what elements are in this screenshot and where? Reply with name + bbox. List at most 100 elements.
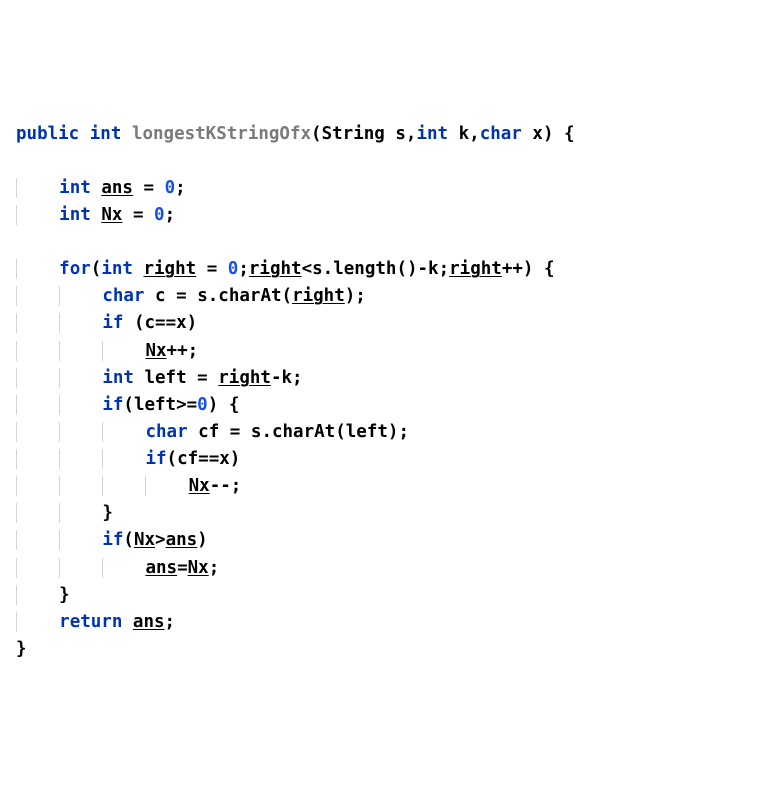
code-line: int Nx = 0; <box>16 202 754 229</box>
token-kw: char <box>480 124 522 144</box>
token-id: left <box>346 422 388 442</box>
token-pun: ()- <box>396 259 428 279</box>
token-pun: ; <box>398 422 409 442</box>
token-und: ans <box>133 612 165 632</box>
token-pun: ) <box>345 286 356 306</box>
token-pun: } <box>102 503 113 523</box>
token-pun: = <box>207 259 218 279</box>
token-pun: >= <box>176 395 197 415</box>
token-id: left <box>144 368 186 388</box>
code-line: if (c==x) <box>16 310 754 337</box>
token-id: String s <box>322 124 406 144</box>
token-kw: int <box>416 124 448 144</box>
token-kw: if <box>102 395 123 415</box>
token-num: 0 <box>197 395 208 415</box>
token-pun: ++; <box>167 341 199 361</box>
code-line: } <box>16 636 754 663</box>
token-pun: ; <box>209 558 220 578</box>
token-pun: ( <box>134 313 145 333</box>
token-id: cf <box>177 449 198 469</box>
token-pun: ; <box>165 612 176 632</box>
token-kw: if <box>145 449 166 469</box>
token-id: s <box>197 286 208 306</box>
token-pun: . <box>323 259 334 279</box>
token-kw: return <box>59 612 122 632</box>
token-pun: ) <box>208 395 219 415</box>
code-line: char cf = s.charAt(left); <box>16 419 754 446</box>
token-id: k <box>428 259 439 279</box>
token-kw: char <box>102 286 144 306</box>
token-und: right <box>249 259 302 279</box>
token-und: Nx <box>101 205 122 225</box>
token-pun: { <box>564 124 575 144</box>
token-pun: ( <box>282 286 293 306</box>
token-und: right <box>218 368 271 388</box>
token-pun: ++) <box>502 259 534 279</box>
code-line: char c = s.charAt(right); <box>16 283 754 310</box>
token-pun: } <box>59 585 70 605</box>
token-id: x <box>532 124 543 144</box>
token-kw: int <box>90 124 122 144</box>
token-pun: = <box>133 205 144 225</box>
token-pun: - <box>271 368 282 388</box>
token-pun: ; <box>175 178 186 198</box>
token-kw: int <box>59 205 91 225</box>
code-line: Nx++; <box>16 338 754 365</box>
token-pun: ( <box>123 530 134 550</box>
token-pun: ; <box>165 205 176 225</box>
code-line: ans=Nx; <box>16 555 754 582</box>
token-pun: = <box>230 422 241 442</box>
token-pun: , <box>406 124 417 144</box>
code-line: for(int right = 0;right<s.length()-k;rig… <box>16 256 754 283</box>
token-pun: ) <box>230 449 241 469</box>
token-pun: ; <box>238 259 249 279</box>
code-line: } <box>16 582 754 609</box>
token-pun: { <box>229 395 240 415</box>
token-kw: int <box>102 368 134 388</box>
token-pun: ( <box>123 395 134 415</box>
code-block: public int longestKStringOfx(String s,in… <box>16 121 754 664</box>
token-pun: ; <box>292 368 303 388</box>
token-num: 0 <box>228 259 239 279</box>
token-id: x <box>176 313 187 333</box>
token-num: 0 <box>165 178 176 198</box>
token-kw: int <box>101 259 133 279</box>
token-kw: int <box>59 178 91 198</box>
token-und: ans <box>101 178 133 198</box>
code-line: if(left>=0) { <box>16 392 754 419</box>
code-line: return ans; <box>16 609 754 636</box>
token-und: Nx <box>134 530 155 550</box>
code-line: public int longestKStringOfx(String s,in… <box>16 121 754 148</box>
token-kw: public <box>16 124 79 144</box>
token-pun: { <box>544 259 555 279</box>
token-pun: ( <box>167 449 178 469</box>
token-pun: } <box>16 639 27 659</box>
token-pun: ( <box>91 259 102 279</box>
token-id: length <box>333 259 396 279</box>
token-und: Nx <box>188 558 209 578</box>
token-id: cf <box>198 422 219 442</box>
token-pun: ) <box>187 313 198 333</box>
code-line <box>16 148 754 175</box>
token-pun: --; <box>210 476 242 496</box>
token-id: charAt <box>218 286 281 306</box>
code-line: int left = right-k; <box>16 365 754 392</box>
token-und: Nx <box>189 476 210 496</box>
code-line <box>16 229 754 256</box>
token-id: s <box>312 259 323 279</box>
token-num: 0 <box>154 205 165 225</box>
token-pun: ( <box>335 422 346 442</box>
token-pun: ) <box>543 124 554 144</box>
token-kw: char <box>145 422 187 442</box>
token-id: k <box>282 368 293 388</box>
token-und: Nx <box>145 341 166 361</box>
token-pun: , <box>469 124 480 144</box>
token-pun: == <box>155 313 176 333</box>
token-pun: ; <box>355 286 366 306</box>
code-line: Nx--; <box>16 473 754 500</box>
token-kw: for <box>59 259 91 279</box>
token-kw: if <box>102 530 123 550</box>
token-id: s <box>251 422 262 442</box>
token-pun: < <box>302 259 313 279</box>
token-id: c <box>144 313 155 333</box>
